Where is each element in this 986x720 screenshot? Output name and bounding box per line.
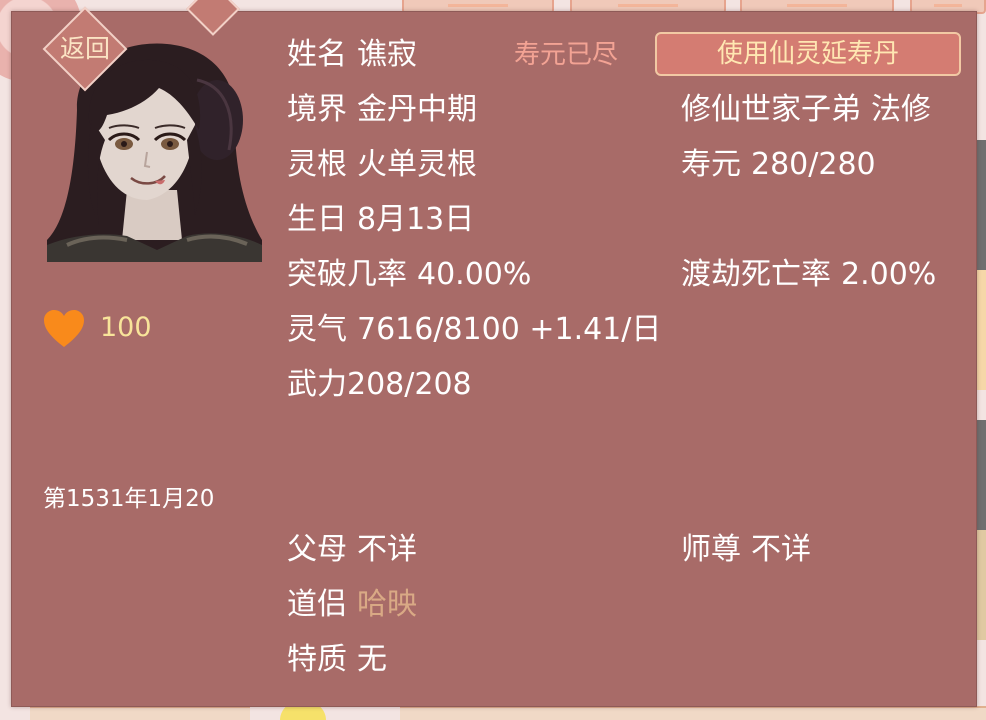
lifespan-row: 寿元 280/280 — [681, 146, 876, 184]
back-button-label: 返回 — [59, 34, 110, 63]
name-row: 姓名 谯寂 — [287, 36, 417, 74]
lifespan-label: 寿元 — [681, 147, 741, 182]
background-card-edge — [976, 270, 986, 390]
force-value: 武力208/208 — [287, 367, 472, 402]
lifespan-value: 280/280 — [751, 147, 876, 182]
tribulation-row: 渡劫死亡率 2.00% — [681, 256, 936, 294]
realm-row: 境界 金丹中期 — [287, 91, 477, 129]
use-longevity-pill-button[interactable]: 使用仙灵延寿丹 — [655, 32, 961, 76]
background-card-edge — [976, 530, 986, 640]
parents-row: 父母 不详 — [287, 531, 417, 569]
master-value: 不详 — [751, 532, 811, 567]
partner-name-link[interactable]: 哈映 — [357, 587, 417, 622]
trait-row: 特质无 — [287, 641, 387, 679]
spirit-root-value: 火单灵根 — [357, 147, 477, 182]
realm-label: 境界 — [287, 92, 347, 127]
realm-value: 金丹中期 — [357, 92, 477, 127]
tribulation-label: 渡劫死亡率 — [681, 257, 831, 292]
force-row: 武力208/208 — [287, 366, 472, 404]
background-card-edge — [976, 420, 986, 530]
background-card-edge — [976, 140, 986, 270]
breakthrough-value: 40.00% — [417, 257, 532, 292]
lifespan-status: 寿元已尽 — [514, 40, 619, 70]
name-value: 谯寂 — [357, 37, 417, 72]
spiritual-qi-value: 7616/8100 +1.41/日 — [357, 312, 662, 347]
breakthrough-row: 突破几率 40.00% — [287, 256, 531, 294]
master-row: 师尊 不详 — [681, 531, 811, 569]
school-value: 法修 — [871, 92, 931, 127]
game-date: 第1531年1月20 — [43, 486, 215, 512]
favor-value: 100 — [100, 312, 152, 343]
partner-label: 道侣 — [287, 587, 347, 622]
spiritual-qi-label: 灵气 — [287, 312, 347, 347]
parents-label: 父母 — [287, 532, 347, 567]
trait-value: 无 — [357, 642, 387, 677]
spirit-root-row: 灵根 火单灵根 — [287, 146, 477, 184]
origin-value: 修仙世家子弟 — [681, 92, 861, 127]
breakthrough-label: 突破几率 — [287, 257, 407, 292]
spirit-root-label: 灵根 — [287, 147, 347, 182]
parents-value: 不详 — [357, 532, 417, 567]
birthday-value: 8月13日 — [357, 202, 475, 237]
name-label: 姓名 — [287, 37, 347, 72]
background-card-edge — [400, 706, 986, 720]
birthday-label: 生日 — [287, 202, 347, 237]
heart-icon — [44, 310, 84, 347]
background-card-edge — [30, 706, 250, 720]
birthday-row: 生日 8月13日 — [287, 201, 474, 239]
back-button[interactable]: 返回 — [42, 6, 128, 92]
trait-label: 特质 — [287, 642, 347, 677]
tribulation-value: 2.00% — [841, 257, 937, 292]
origin-row: 修仙世家子弟 法修 — [681, 91, 931, 129]
spiritual-qi-row: 灵气 7616/8100 +1.41/日 — [287, 311, 661, 349]
partner-row: 道侣 哈映 — [287, 586, 417, 624]
master-label: 师尊 — [681, 532, 741, 567]
